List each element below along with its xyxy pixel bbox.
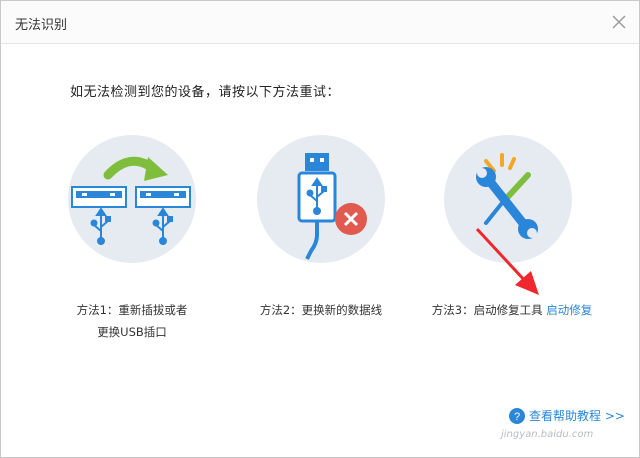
help-tutorial-link[interactable]: ? 查看帮助教程 >> <box>509 407 625 424</box>
start-repair-link[interactable]: 启动修复 <box>546 303 592 317</box>
close-button[interactable] <box>611 14 627 30</box>
method1-text: 方法1：重新插拔或者 更换USB插口 <box>57 299 207 343</box>
dialog-window: 无法识别 如无法检测到您的设备，请按以下方法重试： 方法1：重新插拔或者 更换U… <box>0 0 640 458</box>
method2-text: 方法2：更换新的数据线 <box>241 299 401 321</box>
usb-cable-error-icon <box>297 153 367 260</box>
titlebar: 无法识别 <box>1 1 639 44</box>
dialog-title: 无法识别 <box>15 18 68 33</box>
method2-line1: 方法2：更换新的数据线 <box>259 303 383 317</box>
help-icon: ? <box>509 407 525 424</box>
method1-illustration <box>68 135 196 263</box>
watermark: jingyan.baidu.com <box>501 429 594 440</box>
method3-line1: 方法3：启动修复工具 <box>431 303 543 317</box>
usb-replug-icon <box>71 156 191 245</box>
help-tutorial-label: 查看帮助教程 >> <box>529 409 625 423</box>
method1-line2: 更换USB插口 <box>97 325 167 339</box>
annotation-arrow <box>475 227 539 295</box>
svg-text:?: ? <box>514 411 520 423</box>
method2-illustration <box>257 135 385 263</box>
method1-line1: 方法1：重新插拔或者 <box>76 303 188 317</box>
close-icon <box>612 15 626 29</box>
instruction-text: 如无法检测到您的设备，请按以下方法重试： <box>70 85 341 100</box>
